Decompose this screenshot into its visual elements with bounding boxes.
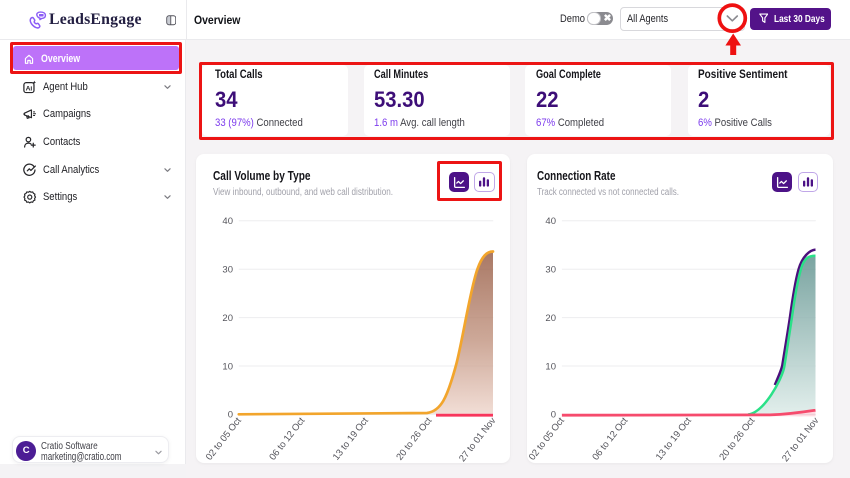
svg-text:30: 30: [222, 265, 233, 276]
svg-text:Ai: Ai: [26, 85, 33, 92]
svg-text:06 to 12 Oct: 06 to 12 Oct: [267, 415, 307, 462]
svg-text:20 to 26 Oct: 20 to 26 Oct: [394, 415, 434, 462]
svg-text:40: 40: [222, 216, 233, 227]
svg-text:06 to 12 Oct: 06 to 12 Oct: [590, 415, 630, 462]
svg-text:20: 20: [222, 313, 233, 324]
svg-text:20: 20: [545, 313, 556, 324]
svg-text:02 to 05 Oct: 02 to 05 Oct: [204, 415, 244, 462]
svg-text:10: 10: [545, 361, 556, 372]
svg-text:13 to 19 Oct: 13 to 19 Oct: [331, 415, 371, 462]
svg-text:20 to 26 Oct: 20 to 26 Oct: [717, 415, 757, 462]
svg-text:30: 30: [545, 265, 556, 276]
svg-text:27 to 01 Nov: 27 to 01 Nov: [457, 415, 498, 462]
svg-text:10: 10: [222, 361, 233, 372]
svg-text:02 to 05 Oct: 02 to 05 Oct: [527, 415, 567, 462]
svg-text:40: 40: [545, 216, 556, 227]
svg-text:13 to 19 Oct: 13 to 19 Oct: [654, 415, 694, 462]
svg-text:27 to 01 Nov: 27 to 01 Nov: [780, 415, 821, 462]
